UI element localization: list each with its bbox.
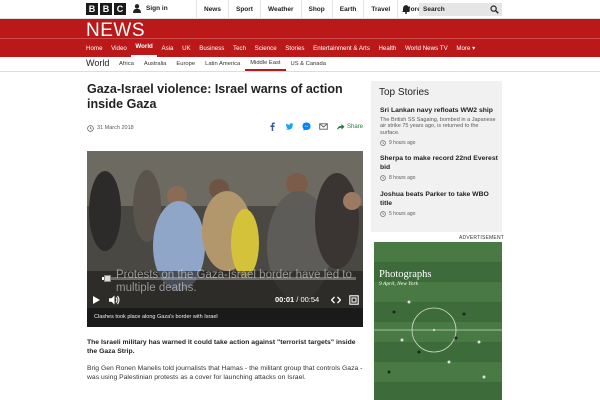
top-story-time-label: 8 hours ago xyxy=(389,175,416,181)
news-nav-health[interactable]: Health xyxy=(374,39,400,58)
global-nav-earth[interactable]: Earth xyxy=(331,0,364,19)
video-current-time: 00:01 xyxy=(275,295,295,304)
news-nav: Home Video World Asia UK Business Tech S… xyxy=(0,38,600,58)
share-label[interactable]: Share xyxy=(347,124,363,130)
top-story-item[interactable]: Sri Lankan navy refloats WW2 ship The Br… xyxy=(380,107,498,146)
bbc-logo-letter: B xyxy=(86,3,98,15)
news-nav-world-news-tv[interactable]: World News TV xyxy=(401,39,452,58)
top-story-summary: The British SS Sagaing, bombed in a Japa… xyxy=(380,116,496,137)
subnav-us-canada[interactable]: US & Canada xyxy=(286,57,331,71)
article-headline: Gaza-Israel violence: Israel warns of ac… xyxy=(87,82,343,111)
news-header: NEWS Home Video World Asia UK Business T… xyxy=(0,19,600,58)
video-caption: Clashes took place along Gaza's border w… xyxy=(87,308,363,327)
top-story-time-label: 9 hours ago xyxy=(389,139,416,146)
subnav-latin-america[interactable]: Latin America xyxy=(200,57,245,71)
subnav-australia[interactable]: Australia xyxy=(139,57,172,71)
news-nav-stories[interactable]: Stories xyxy=(281,39,309,58)
bbc-logo-letter: C xyxy=(114,3,126,15)
video-duration: / 00:54 xyxy=(296,295,320,304)
clock-icon xyxy=(380,211,386,217)
news-nav-uk[interactable]: UK xyxy=(178,39,195,58)
top-story-item[interactable]: Sherpa to make record 22nd Everest bid 8… xyxy=(380,155,498,181)
clock-icon xyxy=(380,140,386,146)
global-nav-shop[interactable]: Shop xyxy=(300,0,332,19)
top-story-item[interactable]: Joshua beats Parker to take WBO title 5 … xyxy=(380,191,498,217)
article-paragraph: Brig Gen Ronen Manelis told journalists … xyxy=(87,365,363,381)
video-progress-bar[interactable] xyxy=(102,275,356,282)
notification-bell-icon[interactable] xyxy=(401,4,411,14)
top-story-headline[interactable]: Sri Lankan navy refloats WW2 ship xyxy=(380,107,498,116)
news-nav-asia[interactable]: Asia xyxy=(157,39,178,58)
subnav-middle-east[interactable]: Middle East xyxy=(245,57,286,71)
embed-icon[interactable] xyxy=(331,295,341,305)
volume-icon[interactable] xyxy=(109,295,120,305)
top-story-headline[interactable]: Sherpa to make record 22nd Everest bid xyxy=(380,155,498,172)
video-progress-handle[interactable] xyxy=(104,275,112,282)
global-header: B B C Sign in News Sport Weather Shop Ea… xyxy=(0,0,600,19)
ad-date: 9 April, New York xyxy=(379,281,419,287)
sign-in-label: Sign in xyxy=(146,4,168,12)
global-nav-travel[interactable]: Travel xyxy=(363,0,397,19)
bbc-logo[interactable]: B B C xyxy=(86,3,126,15)
top-story-time: 9 hours ago xyxy=(380,140,498,146)
top-stories-panel: Top Stories Sri Lankan navy refloats WW2… xyxy=(371,81,502,232)
video-controls: 00:01 / 00:54 xyxy=(87,291,363,308)
play-icon[interactable] xyxy=(93,296,100,304)
top-story-time: 5 hours ago xyxy=(380,211,498,217)
news-nav-home[interactable]: Home xyxy=(86,39,107,58)
bbc-logo-letter: B xyxy=(100,3,112,15)
search-icon xyxy=(490,5,499,14)
email-icon[interactable] xyxy=(319,122,328,131)
news-nav-business[interactable]: Business xyxy=(195,39,229,58)
subnav-europe[interactable]: Europe xyxy=(171,57,200,71)
ad-field-image xyxy=(374,242,502,400)
clock-icon xyxy=(380,175,386,181)
news-nav-more[interactable]: More ▾ xyxy=(452,39,480,58)
section-subnav: World Africa Australia Europe Latin Amer… xyxy=(0,57,600,72)
news-nav-more-label: More xyxy=(456,45,471,52)
news-nav-entertainment[interactable]: Entertainment & Arts xyxy=(309,39,374,58)
advertisement-label: ADVERTISEMENT xyxy=(459,235,505,241)
news-nav-video[interactable]: Video xyxy=(107,39,131,58)
facebook-icon[interactable] xyxy=(268,122,277,131)
user-icon xyxy=(133,4,141,13)
article-lede: The Israeli military has warned it could… xyxy=(87,339,356,355)
clock-icon xyxy=(87,124,94,132)
article-date: 31 March 2018 xyxy=(97,125,134,131)
subnav-africa[interactable]: Africa xyxy=(114,57,139,71)
top-stories-title: Top Stories xyxy=(379,87,430,98)
share-tools: Share xyxy=(268,122,363,131)
news-nav-science[interactable]: Science xyxy=(250,39,281,58)
video-time: 00:01 / 00:54 xyxy=(275,295,319,304)
fullscreen-icon[interactable] xyxy=(349,295,359,305)
chevron-down-icon: ▾ xyxy=(472,45,476,52)
top-story-headline[interactable]: Joshua beats Parker to take WBO title xyxy=(380,191,498,208)
global-nav-weather[interactable]: Weather xyxy=(259,0,301,19)
advertisement-banner[interactable]: Photographs 9 April, New York xyxy=(374,242,502,400)
top-story-time: 8 hours ago xyxy=(380,175,498,181)
ad-title: Photographs xyxy=(379,269,432,280)
global-nav-news[interactable]: News xyxy=(196,0,228,19)
video-player[interactable]: Protests on the Gaza-Israel border have … xyxy=(87,151,363,308)
search-input[interactable]: Search xyxy=(419,3,502,16)
share-icon[interactable] xyxy=(336,122,345,131)
news-nav-world[interactable]: World xyxy=(131,39,158,58)
section-title[interactable]: World xyxy=(86,58,109,68)
top-story-time-label: 5 hours ago xyxy=(389,211,416,217)
search-placeholder: Search xyxy=(423,6,445,13)
news-nav-tech[interactable]: Tech xyxy=(229,39,251,58)
twitter-icon[interactable] xyxy=(285,122,294,131)
article-meta: 31 March 2018 Share xyxy=(87,122,363,134)
sign-in-button[interactable]: Sign in xyxy=(132,3,168,13)
messenger-icon[interactable] xyxy=(302,122,311,131)
global-nav-sport[interactable]: Sport xyxy=(227,0,260,19)
